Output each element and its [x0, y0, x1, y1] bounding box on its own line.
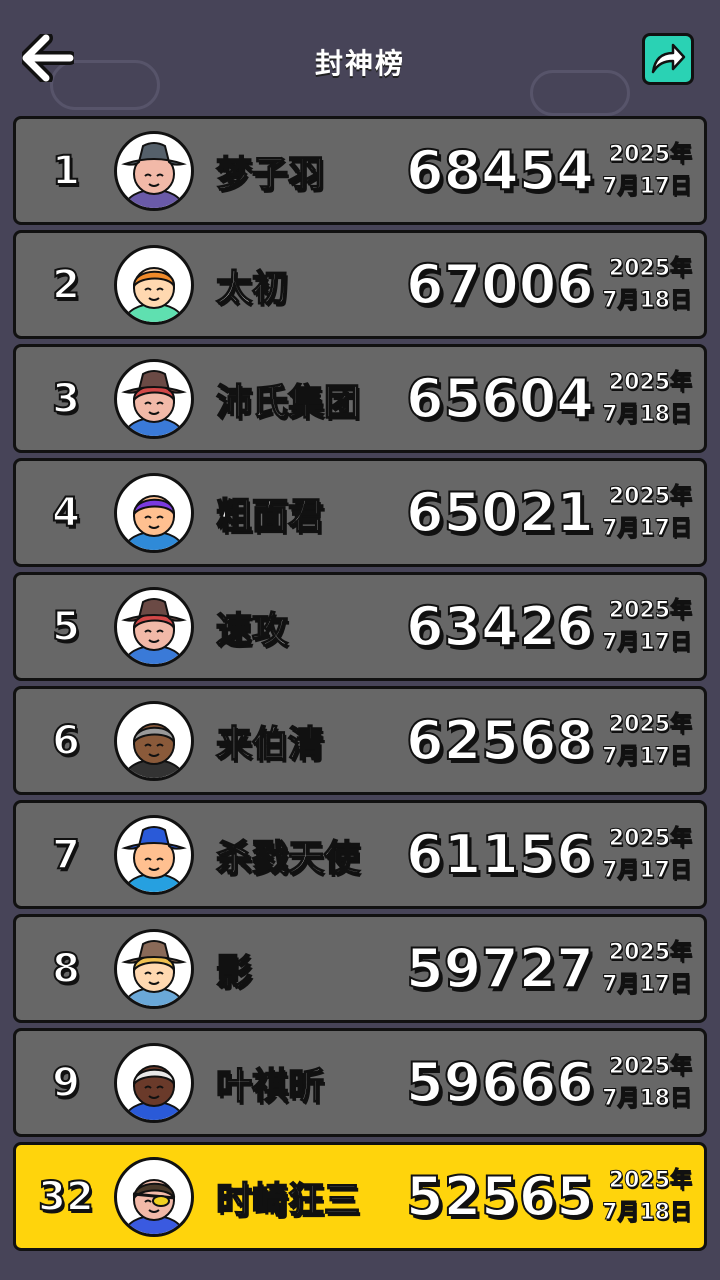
record-day: 7月18日 — [602, 1086, 693, 1112]
player-name: 沛氏集团 — [215, 381, 361, 424]
record-day: 7月17日 — [602, 630, 693, 656]
player-name: 时崎狂三 — [215, 1179, 361, 1222]
record-date: 2025年 7月17日 — [592, 595, 693, 659]
page-title: 封神榜 — [314, 47, 405, 80]
player-score: 59727 — [405, 936, 595, 1001]
record-date: 2025年 7月17日 — [592, 481, 693, 545]
rank-number: 5 — [51, 603, 81, 651]
leaderboard-row[interactable]: 1 梦子羽 68454 2025年 7月17日 — [13, 116, 707, 225]
rank-number: 32 — [37, 1173, 95, 1221]
leaderboard-row[interactable]: 9 叶祺昕 59666 2025年 7月18日 — [13, 1028, 707, 1137]
player-avatar — [114, 473, 194, 553]
player-score: 62568 — [405, 708, 595, 773]
record-day: 7月18日 — [602, 288, 693, 314]
record-year: 2025年 — [608, 940, 692, 966]
player-avatar — [114, 1157, 194, 1237]
record-day: 7月18日 — [602, 1200, 693, 1226]
record-year: 2025年 — [608, 1054, 692, 1080]
player-name: 梦子羽 — [215, 153, 325, 196]
record-year: 2025年 — [608, 712, 692, 738]
record-date: 2025年 7月18日 — [592, 1165, 693, 1229]
record-day: 7月18日 — [602, 402, 693, 428]
record-day: 7月17日 — [602, 516, 693, 542]
record-date: 2025年 7月17日 — [592, 937, 693, 1001]
player-score: 67006 — [405, 252, 595, 317]
player-score: 68454 — [405, 138, 595, 203]
record-year: 2025年 — [608, 142, 692, 168]
record-date: 2025年 7月18日 — [592, 253, 693, 317]
leaderboard-row[interactable]: 8 影 59727 2025年 7月17日 — [13, 914, 707, 1023]
record-year: 2025年 — [608, 598, 692, 624]
rank-number: 3 — [51, 375, 81, 423]
rank-number: 6 — [51, 717, 81, 765]
record-day: 7月17日 — [602, 744, 693, 770]
player-avatar — [114, 359, 194, 439]
player-score: 65021 — [405, 480, 595, 545]
rank-number: 9 — [51, 1059, 81, 1107]
record-date: 2025年 7月17日 — [592, 709, 693, 773]
record-date: 2025年 7月17日 — [592, 139, 693, 203]
record-date: 2025年 7月18日 — [592, 1051, 693, 1115]
record-year: 2025年 — [608, 256, 692, 282]
player-name: 杀戮天使 — [215, 837, 361, 880]
record-day: 7月17日 — [602, 858, 693, 884]
leaderboard-row-self[interactable]: 32 时崎狂三 52565 2025年 7月18日 — [13, 1142, 707, 1251]
top-bar: 封神榜 — [0, 0, 720, 116]
player-name: 太初 — [215, 267, 289, 310]
record-year: 2025年 — [608, 1168, 692, 1194]
player-avatar — [114, 701, 194, 781]
leaderboard-row[interactable]: 2 太初 67006 2025年 7月18日 — [13, 230, 707, 339]
player-name: 速攻 — [215, 609, 289, 652]
record-year: 2025年 — [608, 826, 692, 852]
player-avatar — [114, 929, 194, 1009]
rank-number: 1 — [51, 147, 81, 195]
player-avatar — [114, 131, 194, 211]
record-date: 2025年 7月17日 — [592, 823, 693, 887]
share-button[interactable] — [642, 33, 694, 85]
player-score: 65604 — [405, 366, 595, 431]
record-day: 7月17日 — [602, 972, 693, 998]
rank-number: 7 — [51, 831, 81, 879]
leaderboard-list: 1 梦子羽 68454 2025年 7月17日 2 太初 67006 2025年 7月18日 3 沛氏… — [13, 116, 707, 1256]
record-year: 2025年 — [608, 370, 692, 396]
player-avatar — [114, 587, 194, 667]
share-icon — [651, 43, 686, 74]
rank-number: 8 — [51, 945, 81, 993]
leaderboard-row[interactable]: 7 杀戮天使 61156 2025年 7月17日 — [13, 800, 707, 909]
record-day: 7月17日 — [602, 174, 693, 200]
player-name: 来伯清 — [215, 723, 325, 766]
record-year: 2025年 — [608, 484, 692, 510]
player-name: 粗面君 — [215, 495, 325, 538]
rank-number: 4 — [51, 489, 81, 537]
player-score: 63426 — [405, 594, 595, 659]
leaderboard-row[interactable]: 3 沛氏集团 65604 2025年 7月18日 — [13, 344, 707, 453]
leaderboard-row[interactable]: 6 来伯清 62568 2025年 7月17日 — [13, 686, 707, 795]
player-score: 52565 — [405, 1164, 595, 1229]
player-score: 61156 — [405, 822, 595, 887]
leaderboard-row[interactable]: 4 粗面君 65021 2025年 7月17日 — [13, 458, 707, 567]
player-name: 叶祺昕 — [215, 1065, 325, 1108]
player-score: 59666 — [405, 1050, 595, 1115]
player-avatar — [114, 1043, 194, 1123]
record-date: 2025年 7月18日 — [592, 367, 693, 431]
leaderboard-row[interactable]: 5 速攻 63426 2025年 7月17日 — [13, 572, 707, 681]
player-avatar — [114, 245, 194, 325]
player-avatar — [114, 815, 194, 895]
rank-number: 2 — [51, 261, 81, 309]
player-name: 影 — [215, 951, 253, 994]
